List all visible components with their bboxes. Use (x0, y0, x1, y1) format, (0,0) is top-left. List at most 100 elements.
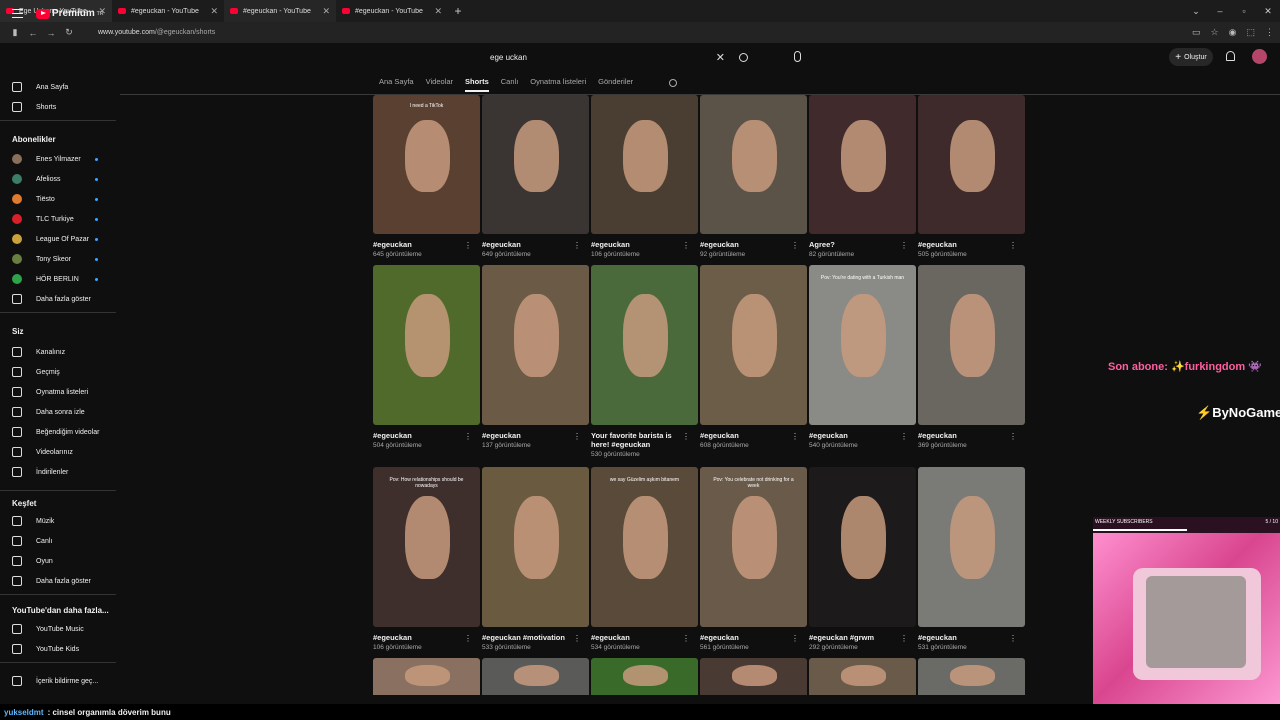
channel-search-icon[interactable] (669, 79, 677, 87)
sidebar-item-music[interactable]: Müzik (12, 514, 112, 528)
short-thumbnail[interactable] (809, 95, 916, 234)
more-actions-icon[interactable]: ⋮ (791, 634, 799, 643)
short-card[interactable] (700, 658, 807, 695)
more-actions-icon[interactable]: ⋮ (791, 241, 799, 250)
short-thumbnail[interactable] (482, 467, 589, 627)
sidebar-item-watch-later[interactable]: Daha sonra izle (12, 405, 112, 419)
subscriptions-heading[interactable]: Abonelikler (12, 135, 56, 144)
sidebar-item-youtube-music[interactable]: YouTube Music (12, 622, 112, 636)
short-card[interactable]: Agree? 82 görüntüleme ⋮ (809, 95, 916, 258)
sidebar-item-report[interactable]: İçerik bildirme geç... (12, 674, 112, 688)
sidebar-item-playlists[interactable]: Oynatma listeleri (12, 385, 112, 399)
search-input[interactable]: ege uckan (490, 53, 716, 62)
reload-icon[interactable]: ↻ (60, 27, 78, 38)
short-thumbnail[interactable] (700, 265, 807, 425)
minimize-icon[interactable]: – (1208, 6, 1232, 16)
short-card[interactable]: #egeuckan #grwm 292 görüntüleme ⋮ (809, 467, 916, 651)
maximize-icon[interactable]: ▫ (1232, 6, 1256, 16)
tab-close-icon[interactable]: ✕ (210, 6, 218, 17)
clear-search-icon[interactable]: ✕ (716, 51, 725, 64)
sidebar-item-shorts[interactable]: Shorts (12, 100, 112, 114)
short-thumbnail[interactable] (700, 658, 807, 695)
short-thumbnail[interactable]: Pov: You celebrate not drinking for a we… (700, 467, 807, 627)
short-card[interactable]: Pov: You celebrate not drinking for a we… (700, 467, 807, 651)
short-card[interactable]: Your favorite barista is here! #egeuckan… (591, 265, 698, 458)
sidebar-item-your-videos[interactable]: Videolarınız (12, 445, 112, 459)
browser-tab[interactable]: #egeuckan - YouTube ✕ (336, 0, 448, 22)
sidebar-item-downloads[interactable]: İndirilenler (12, 465, 112, 479)
close-window-icon[interactable]: ✕ (1256, 6, 1280, 17)
short-card[interactable]: #egeuckan 92 görüntüleme ⋮ (700, 95, 807, 258)
extensions-icon[interactable]: ⬚ (1246, 27, 1255, 38)
sidebar-item-live[interactable]: Canlı (12, 534, 112, 548)
short-thumbnail[interactable] (591, 265, 698, 425)
short-card[interactable]: Pov: You're dating with a Turkish man #eg… (809, 265, 916, 449)
sidebar-item-subscription[interactable]: Afelioss (12, 172, 112, 186)
sidebar-item-subscription[interactable]: HÖR BERLIN (12, 272, 112, 286)
short-thumbnail[interactable] (591, 95, 698, 234)
short-card[interactable] (373, 658, 480, 695)
sidebar-item-show-more[interactable]: Daha fazla göster (12, 292, 112, 306)
create-button[interactable]: + Oluştur (1169, 48, 1213, 66)
sidebar-item-history[interactable]: Geçmiş (12, 365, 112, 379)
short-card[interactable]: Pov: How relationships should be nowaday… (373, 467, 480, 651)
youtube-premium-logo[interactable]: Premium TR (36, 8, 103, 19)
sidebar-item-subscription[interactable]: Tiësto (12, 192, 112, 206)
tab-g-nderiler[interactable]: Gönderiler (598, 77, 633, 92)
more-actions-icon[interactable]: ⋮ (900, 432, 908, 441)
sidebar-item-channel[interactable]: Kanalınız (12, 345, 112, 359)
browser-menu-icon[interactable]: ⋮ (1265, 27, 1274, 38)
more-actions-icon[interactable]: ⋮ (900, 634, 908, 643)
hamburger-menu-icon[interactable] (12, 9, 23, 18)
short-card[interactable]: #egeuckan #motivation 533 görüntüleme ⋮ (482, 467, 589, 651)
short-card[interactable]: #egeuckan 106 görüntüleme ⋮ (591, 95, 698, 258)
short-thumbnail[interactable] (809, 658, 916, 695)
sidebar-item-subscription[interactable]: Enes Yilmazer (12, 152, 112, 166)
sidebar-item-subscription[interactable]: TLC Turkiye (12, 212, 112, 226)
tab-oynatma-listeleri[interactable]: Oynatma listeleri (530, 77, 586, 92)
short-card[interactable]: #egeuckan 531 görüntüleme ⋮ (918, 467, 1025, 651)
short-card[interactable]: #egeuckan 137 görüntüleme ⋮ (482, 265, 589, 449)
short-thumbnail[interactable] (373, 265, 480, 425)
short-thumbnail[interactable] (482, 95, 589, 234)
tab-ana-sayfa[interactable]: Ana Sayfa (379, 77, 414, 92)
short-thumbnail[interactable] (373, 658, 480, 695)
short-card[interactable] (591, 658, 698, 695)
search-icon[interactable] (739, 52, 748, 62)
short-thumbnail[interactable] (918, 95, 1025, 234)
short-thumbnail[interactable] (918, 265, 1025, 425)
search-box[interactable]: ege uckan ✕ (480, 48, 756, 66)
short-thumbnail[interactable]: Pov: How relationships should be nowaday… (373, 467, 480, 627)
short-thumbnail[interactable]: I need a TikTok (373, 95, 480, 234)
sidebar-toggle-icon[interactable]: ▮ (6, 27, 24, 38)
more-actions-icon[interactable]: ⋮ (1009, 241, 1017, 250)
explore-heading[interactable]: Keşfet (12, 499, 36, 508)
notifications-bell-icon[interactable] (1226, 51, 1235, 61)
short-card[interactable] (918, 658, 1025, 695)
sidebar-item-home[interactable]: Ana Sayfa (12, 80, 112, 94)
tab-shorts[interactable]: Shorts (465, 77, 489, 92)
more-actions-icon[interactable]: ⋮ (1009, 634, 1017, 643)
account-icon[interactable]: ◉ (1229, 27, 1237, 38)
bookmark-star-icon[interactable]: ☆ (1211, 27, 1219, 38)
tab-videolar[interactable]: Videolar (426, 77, 453, 92)
more-actions-icon[interactable]: ⋮ (573, 432, 581, 441)
more-actions-icon[interactable]: ⋮ (682, 634, 690, 643)
short-card[interactable]: #egeuckan 649 görüntüleme ⋮ (482, 95, 589, 258)
short-card[interactable]: #egeuckan 369 görüntüleme ⋮ (918, 265, 1025, 449)
short-thumbnail[interactable]: Pov: You're dating with a Turkish man (809, 265, 916, 425)
translate-icon[interactable]: ▭ (1192, 27, 1201, 38)
browser-tab[interactable]: #egeuckan - YouTube ✕ (112, 0, 224, 22)
avatar[interactable] (1252, 49, 1267, 64)
more-actions-icon[interactable]: ⋮ (682, 432, 690, 441)
sidebar-item-show-more[interactable]: Daha fazla göster (12, 574, 112, 588)
more-actions-icon[interactable]: ⋮ (464, 432, 472, 441)
tab-canl-[interactable]: Canlı (501, 77, 519, 92)
short-thumbnail[interactable] (809, 467, 916, 627)
more-actions-icon[interactable]: ⋮ (791, 432, 799, 441)
you-heading[interactable]: Siz (12, 327, 24, 336)
sidebar-item-subscription[interactable]: Tony Skeor (12, 252, 112, 266)
more-actions-icon[interactable]: ⋮ (1009, 432, 1017, 441)
sidebar-item-gaming[interactable]: Oyun (12, 554, 112, 568)
short-thumbnail[interactable] (482, 658, 589, 695)
